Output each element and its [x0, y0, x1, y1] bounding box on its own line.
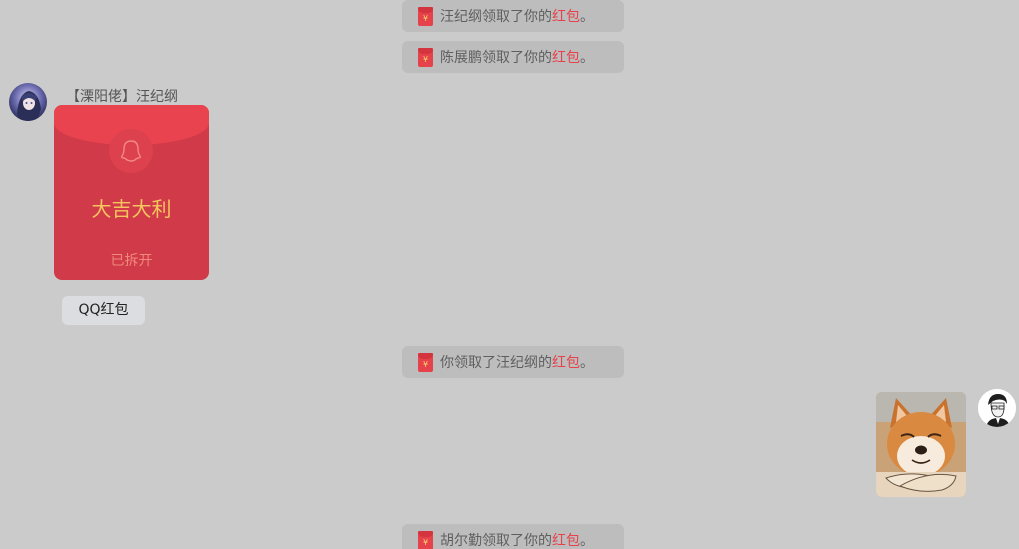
my-avatar[interactable]	[978, 389, 1016, 427]
notice-text: 你领取了汪纪纲的	[440, 355, 552, 371]
sender-name: 【溧阳佬】汪纪纲	[66, 89, 178, 105]
notice-punctuation: 。	[580, 50, 594, 66]
red-packet-type-label: QQ红包	[62, 296, 145, 325]
notice-text: 汪纪纲领取了你的	[440, 9, 552, 25]
system-notice: ¥ 陈展鹏领取了你的 红包。	[402, 41, 624, 73]
red-packet-status: 已拆开	[110, 253, 153, 269]
sender-avatar[interactable]	[9, 83, 47, 121]
red-packet-icon: ¥	[418, 530, 433, 549]
notice-text: 胡尔勤领取了你的	[440, 533, 552, 549]
red-packet-icon: ¥	[418, 6, 433, 26]
red-packet-icon: ¥	[418, 47, 433, 67]
red-packet-card[interactable]: 大吉大利 已拆开	[54, 105, 209, 280]
red-packet-link[interactable]: 红包	[552, 6, 580, 26]
red-packet-greeting: 大吉大利	[91, 197, 172, 221]
red-packet-icon: ¥	[418, 352, 433, 372]
system-notice: ¥ 汪纪纲领取了你的 红包。	[402, 0, 624, 32]
penguin-icon	[121, 140, 141, 162]
notice-punctuation: 。	[580, 533, 594, 549]
system-notice: ¥ 你领取了汪纪纲的 红包。	[402, 346, 624, 378]
red-packet-link[interactable]: 红包	[552, 352, 580, 372]
red-packet-seal	[109, 129, 153, 173]
chat-message-area: ¥ 汪纪纲领取了你的 红包。 ¥ 陈展鹏领取了你的 红包。 【溧阳佬】汪纪纲 大…	[0, 0, 1019, 549]
notice-text: 陈展鹏领取了你的	[440, 50, 552, 66]
red-packet-link[interactable]: 红包	[552, 47, 580, 67]
red-packet-link[interactable]: 红包	[552, 530, 580, 549]
notice-punctuation: 。	[580, 355, 594, 371]
notice-punctuation: 。	[580, 9, 594, 25]
sent-image-shiba[interactable]	[876, 392, 966, 497]
system-notice: ¥ 胡尔勤领取了你的 红包。	[402, 524, 624, 549]
